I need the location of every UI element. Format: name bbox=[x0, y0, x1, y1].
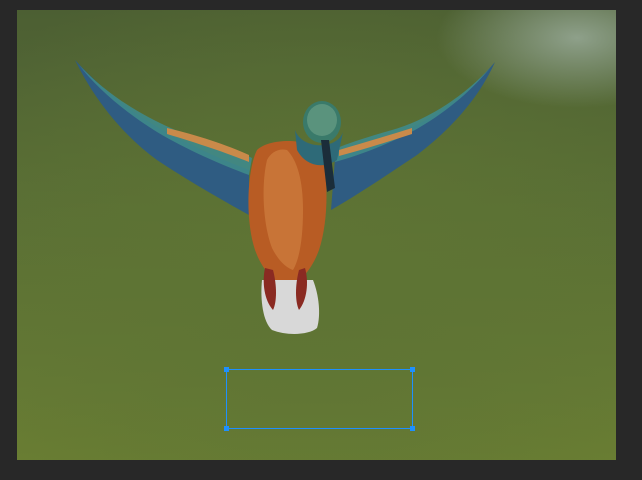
selection-handle-bottom-right[interactable] bbox=[410, 426, 415, 431]
selection-handle-top-left[interactable] bbox=[224, 367, 229, 372]
right-wing bbox=[331, 62, 495, 210]
selection-handle-top-right[interactable] bbox=[410, 367, 415, 372]
canvas-workspace[interactable] bbox=[0, 0, 642, 480]
marquee-selection-box[interactable] bbox=[224, 367, 415, 431]
left-wing bbox=[75, 60, 249, 215]
head-pattern bbox=[307, 104, 337, 136]
selection-handle-bottom-left[interactable] bbox=[224, 426, 229, 431]
